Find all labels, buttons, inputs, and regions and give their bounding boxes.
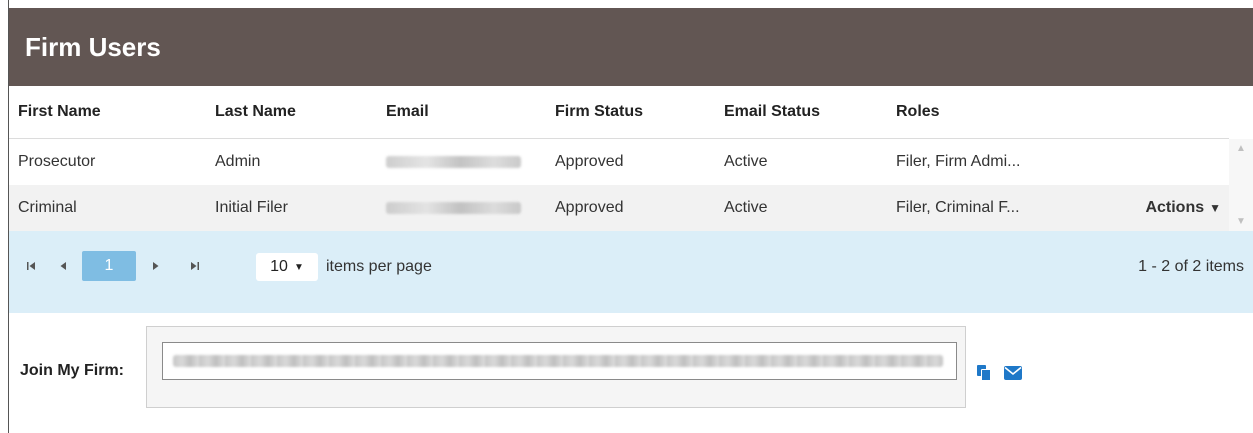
column-header-firm-status[interactable]: Firm Status <box>555 86 643 138</box>
page-size-value: 10 <box>270 258 288 275</box>
envelope-icon[interactable] <box>1004 366 1022 380</box>
actions-dropdown[interactable]: Actions ▼ <box>1145 185 1221 231</box>
join-link-field[interactable] <box>162 342 957 380</box>
join-link-container <box>146 326 966 408</box>
column-header-first-name[interactable]: First Name <box>18 86 101 138</box>
email-cell-redacted <box>386 139 521 185</box>
column-header-last-name[interactable]: Last Name <box>215 86 296 138</box>
page-title: Firm Users <box>25 32 161 62</box>
roles-cell: Filer, Firm Admi... <box>896 153 1021 170</box>
first-name-cell: Criminal <box>18 199 77 216</box>
last-name-cell: Admin <box>215 153 261 170</box>
last-page-icon[interactable] <box>187 251 203 281</box>
email-status-cell: Active <box>724 153 768 170</box>
panel-header: Firm Users <box>9 8 1253 86</box>
table-row[interactable]: Criminal Initial Filer Approved Active F… <box>9 185 1229 231</box>
copy-icon[interactable] <box>976 364 992 382</box>
first-page-icon[interactable] <box>23 251 39 281</box>
scroll-up-arrow-icon[interactable]: ▲ <box>1229 143 1253 154</box>
roles-cell: Filer, Criminal F... <box>896 199 1020 216</box>
pager-info: 1 - 2 of 2 items <box>1138 258 1244 275</box>
current-page-button[interactable]: 1 <box>82 251 136 281</box>
email-cell-redacted <box>386 185 521 231</box>
prev-page-icon[interactable] <box>55 251 71 281</box>
caret-down-icon: ▼ <box>1209 201 1221 215</box>
page-size-select[interactable]: 10 ▼ <box>256 253 318 281</box>
column-header-email[interactable]: Email <box>386 86 429 138</box>
firm-status-cell: Approved <box>555 153 624 170</box>
email-status-cell: Active <box>724 199 768 216</box>
firm-status-cell: Approved <box>555 199 624 216</box>
column-header-email-status[interactable]: Email Status <box>724 86 820 138</box>
next-page-icon[interactable] <box>148 251 164 281</box>
pager: 1 10 ▼ items per page 1 - 2 of 2 items <box>9 231 1253 313</box>
items-per-page-label: items per page <box>326 258 432 275</box>
join-my-firm-label: Join My Firm: <box>20 362 125 379</box>
first-name-cell: Prosecutor <box>18 153 96 170</box>
actions-label: Actions <box>1145 199 1205 216</box>
join-link-redacted <box>173 355 943 367</box>
scroll-down-arrow-icon[interactable]: ▼ <box>1229 216 1253 227</box>
caret-down-icon: ▼ <box>293 261 304 273</box>
column-header-roles[interactable]: Roles <box>896 86 940 138</box>
table-row[interactable]: Prosecutor Admin Approved Active Filer, … <box>9 139 1229 185</box>
last-name-cell: Initial Filer <box>215 199 288 216</box>
grid-header: First Name Last Name Email Firm Status E… <box>9 86 1229 139</box>
vertical-scrollbar[interactable]: ▲ ▼ <box>1229 139 1253 231</box>
